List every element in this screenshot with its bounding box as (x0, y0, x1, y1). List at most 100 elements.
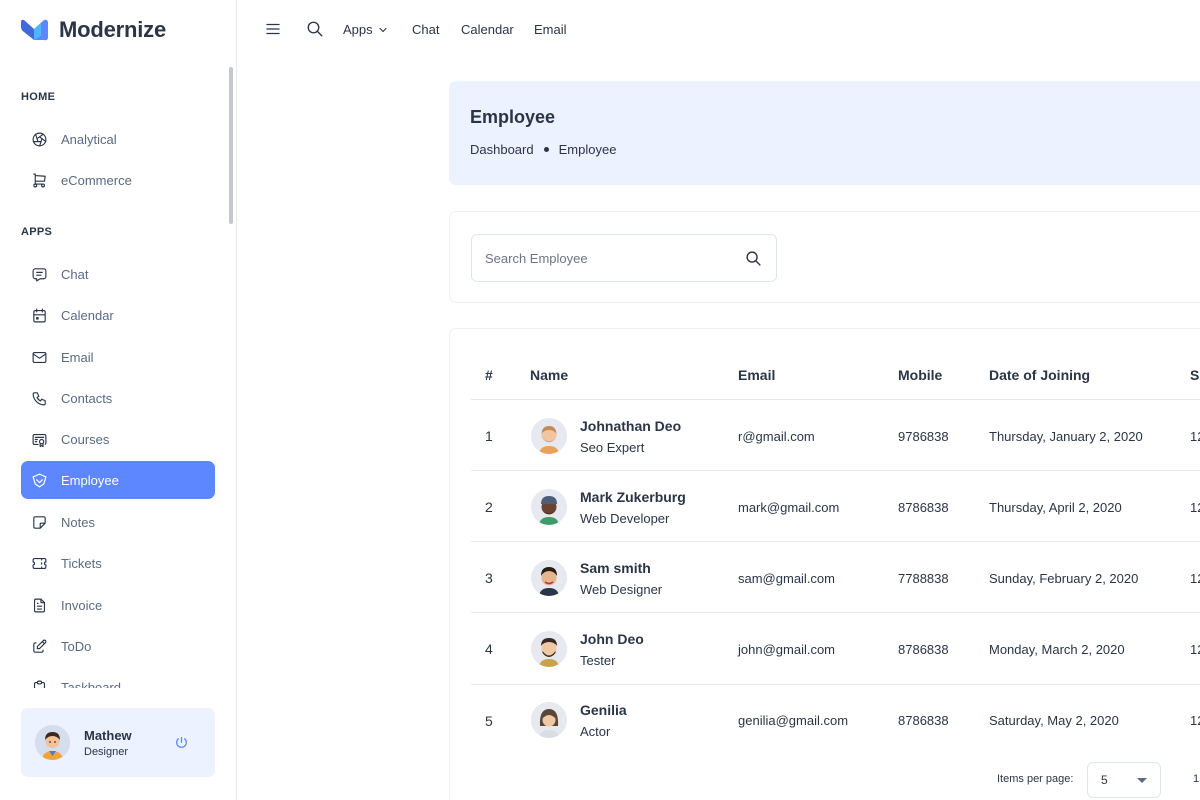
column-header-name: Name (530, 367, 569, 383)
sidebar-item-label: Employee (61, 472, 119, 488)
sidebar-item-ecommerce[interactable]: eCommerce (21, 161, 215, 199)
column-header-email: Email (738, 367, 776, 383)
sidebar-item-label: Contacts (61, 390, 113, 406)
topbar-apps-dropdown[interactable]: Apps (343, 22, 389, 37)
sidebar-item-label: Chat (61, 266, 89, 282)
sidebar-item-calendar[interactable]: Calendar (21, 296, 215, 334)
employee-name: Genilia (580, 702, 627, 718)
employee-name: John Deo (580, 631, 644, 647)
sidebar-item-chat[interactable]: Chat (21, 255, 215, 293)
sidebar-item-employee[interactable]: Employee (21, 461, 215, 499)
sidebar-item-label: Calendar (61, 307, 114, 323)
sidebar-item-label: ToDo (61, 638, 92, 654)
row-index: 4 (485, 641, 493, 657)
employee-truncated-cell: 12 (1190, 571, 1200, 586)
sidebar-item-email[interactable]: Email (21, 338, 215, 376)
sidebar-item-todo[interactable]: ToDo (21, 627, 215, 665)
column-header-mobile: Mobile (898, 367, 943, 383)
employee-mobile: 8786838 (898, 642, 949, 657)
employee-role: Seo Expert (580, 440, 645, 455)
employee-name: Mark Zukerburg (580, 489, 686, 505)
sidebar-item-label: Email (61, 349, 94, 365)
search-icon[interactable] (745, 250, 762, 267)
app-name: Modernize (59, 17, 166, 42)
row-index: 1 (485, 428, 493, 444)
sidebar-item-label: Invoice (61, 597, 103, 613)
row-divider (471, 612, 1200, 613)
row-divider (471, 541, 1200, 542)
employee-truncated-cell: 12 (1190, 500, 1200, 515)
row-index: 3 (485, 570, 493, 586)
ticket-icon (32, 557, 47, 569)
sidebar-item-label: Tickets (61, 555, 102, 571)
brand-icon (32, 473, 47, 487)
page-title: Employee (470, 107, 556, 127)
certificate-icon (32, 433, 47, 447)
employee-joining-date: Thursday, April 2, 2020 (989, 500, 1122, 515)
breadcrumb-separator (543, 147, 549, 152)
sidebar-overflow: Taskboard (0, 676, 236, 688)
topbar-link-calendar[interactable]: Calendar (461, 22, 514, 37)
breadcrumb: Dashboard Employee (470, 142, 616, 157)
avatar (531, 702, 567, 738)
breadcrumb-current: Employee (558, 142, 617, 157)
menu-icon[interactable] (264, 20, 282, 38)
sidebar-item-invoice[interactable]: Invoice (21, 586, 215, 624)
sidebar-scrollbar[interactable] (229, 67, 233, 224)
logo-icon (19, 18, 50, 42)
employee-email: r@gmail.com (738, 429, 815, 444)
avatar (531, 489, 567, 525)
calendar-icon (33, 308, 46, 322)
search-box (471, 234, 777, 282)
employee-mobile: 9786838 (898, 429, 949, 444)
sidebar-item-notes[interactable]: Notes (21, 503, 215, 541)
sidebar-item-label: Courses (61, 431, 110, 447)
employee-joining-date: Sunday, February 2, 2020 (989, 571, 1139, 586)
mail-icon (32, 351, 47, 363)
row-divider (471, 684, 1200, 685)
aperture-icon (32, 132, 47, 146)
sidebar: Modernize HOME Analytical eCommerce APPS… (0, 0, 237, 800)
sidebar-item-taskboard[interactable]: Taskboard (21, 676, 215, 688)
clipboard-icon (33, 680, 46, 688)
items-per-page-value: 5 (1101, 773, 1108, 787)
sidebar-item-label: eCommerce (61, 172, 132, 188)
shopping-cart-icon (33, 173, 46, 187)
row-index: 2 (485, 499, 493, 515)
employee-name: Sam smith (580, 560, 651, 576)
caret-down-icon (1137, 778, 1147, 783)
employee-role: Tester (580, 653, 616, 668)
avatar[interactable] (35, 725, 70, 760)
user-profile-card: Mathew Designer (21, 708, 215, 777)
breadcrumb-dashboard[interactable]: Dashboard (470, 142, 534, 157)
phone-icon (32, 391, 46, 405)
employee-role: Web Developer (580, 511, 670, 526)
sidebar-item-contacts[interactable]: Contacts (21, 379, 215, 417)
header-divider (471, 399, 1200, 400)
logo[interactable]: Modernize (19, 17, 166, 43)
employee-joining-date: Thursday, January 2, 2020 (989, 429, 1143, 444)
row-index: 5 (485, 713, 493, 729)
row-divider (471, 470, 1200, 471)
column-header-joining: Date of Joining (989, 367, 1091, 383)
user-name: Mathew (84, 727, 132, 743)
pagination-range: 1 (1193, 773, 1200, 785)
sidebar-item-tickets[interactable]: Tickets (21, 544, 215, 582)
power-icon[interactable] (174, 735, 189, 750)
employee-joining-date: Monday, March 2, 2020 (989, 642, 1125, 657)
search-input[interactable] (472, 235, 732, 281)
items-per-page-label: Items per page: (997, 773, 1074, 785)
employee-truncated-cell: 12 (1190, 429, 1200, 444)
sidebar-item-courses[interactable]: Courses (21, 420, 215, 458)
topbar-link-chat[interactable]: Chat (412, 22, 439, 37)
topbar-link-email[interactable]: Email (534, 22, 567, 37)
page-header: Employee Dashboard Employee (449, 81, 1200, 185)
edit-icon (33, 639, 47, 653)
employee-table: # Name Email Mobile Date of Joining S 1 … (449, 328, 1200, 800)
sidebar-item-analytical[interactable]: Analytical (21, 120, 215, 158)
sidebar-item-label: Notes (61, 514, 95, 530)
items-per-page-select[interactable]: 5 (1087, 762, 1161, 798)
search-icon[interactable] (306, 20, 324, 38)
nav-section-home: HOME (21, 91, 56, 103)
employee-mobile: 7788838 (898, 571, 949, 586)
